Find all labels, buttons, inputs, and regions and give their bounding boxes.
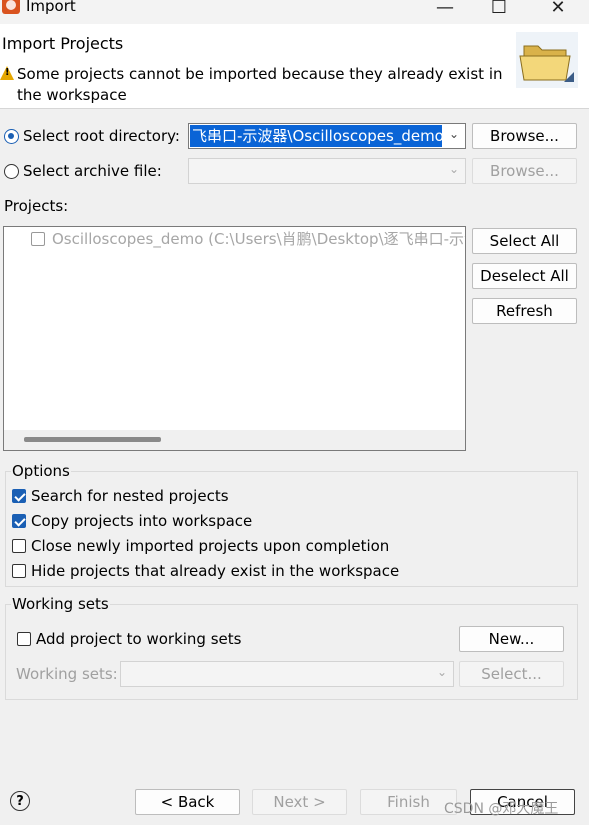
hide-existing-checkbox[interactable] (12, 564, 26, 578)
copy-projects-checkbox[interactable] (12, 514, 26, 528)
chevron-down-icon[interactable]: ⌄ (449, 127, 459, 141)
archive-file-radio[interactable] (4, 164, 19, 179)
archive-file-label: Select archive file: (23, 162, 162, 180)
finish-button[interactable]: Finish (360, 789, 457, 815)
window-title: Import (26, 0, 76, 15)
page-title: Import Projects (2, 34, 124, 53)
root-directory-value[interactable]: 飞串口-示波器\Oscilloscopes_demo (190, 125, 442, 147)
next-button[interactable]: Next > (252, 789, 347, 815)
projects-label: Projects: (4, 197, 69, 215)
add-working-set-label[interactable]: Add project to working sets (36, 629, 241, 649)
options-title: Options (11, 461, 71, 481)
working-sets-combo[interactable]: ⌄ (120, 661, 454, 687)
add-working-set-checkbox[interactable] (17, 632, 31, 646)
copy-projects-label[interactable]: Copy projects into workspace (31, 511, 252, 531)
scrollbar-thumb[interactable] (24, 437, 161, 442)
archive-file-combo[interactable]: ⌄ (188, 158, 466, 184)
search-nested-label[interactable]: Search for nested projects (31, 486, 229, 506)
warning-message: Some projects cannot be imported because… (17, 65, 503, 104)
root-browse-button[interactable]: Browse... (472, 123, 577, 149)
refresh-button[interactable]: Refresh (472, 298, 577, 324)
close-imported-label[interactable]: Close newly imported projects upon compl… (31, 536, 389, 556)
root-directory-combo[interactable]: 飞串口-示波器\Oscilloscopes_demo ⌄ (188, 123, 466, 149)
help-icon[interactable]: ? (10, 791, 30, 811)
projects-list[interactable] (3, 226, 466, 451)
working-sets-label: Working sets: (16, 665, 118, 683)
select-all-button[interactable]: Select All (472, 228, 577, 254)
deselect-all-button[interactable]: Deselect All (472, 263, 577, 289)
back-button[interactable]: < Back (135, 789, 240, 815)
root-directory-label: Select root directory: (23, 127, 180, 145)
root-directory-radio[interactable] (4, 129, 19, 144)
chevron-down-icon: ⌄ (448, 162, 459, 176)
maximize-icon[interactable]: ☐ (476, 0, 522, 20)
csdn-watermark: CSDN @邓大魔王 (444, 801, 559, 817)
eclipse-app-icon (2, 0, 20, 14)
chevron-down-icon: ⌄ (436, 665, 447, 679)
folder-icon (516, 32, 578, 88)
project-item-name[interactable]: Oscilloscopes_demo (C:\Users\肖鹏\Desktop\… (52, 229, 465, 249)
working-sets-title: Working sets (11, 594, 110, 614)
project-checkbox[interactable] (31, 232, 45, 246)
search-nested-checkbox[interactable] (12, 489, 26, 503)
close-imported-checkbox[interactable] (12, 539, 26, 553)
archive-browse-button[interactable]: Browse... (472, 158, 577, 184)
select-working-set-button[interactable]: Select... (459, 661, 564, 687)
hide-existing-label[interactable]: Hide projects that already exist in the … (31, 561, 399, 581)
close-icon[interactable]: ✕ (535, 0, 581, 20)
warning-icon (0, 66, 14, 80)
new-working-set-button[interactable]: New... (459, 626, 564, 652)
minimize-icon[interactable]: — (422, 0, 468, 20)
